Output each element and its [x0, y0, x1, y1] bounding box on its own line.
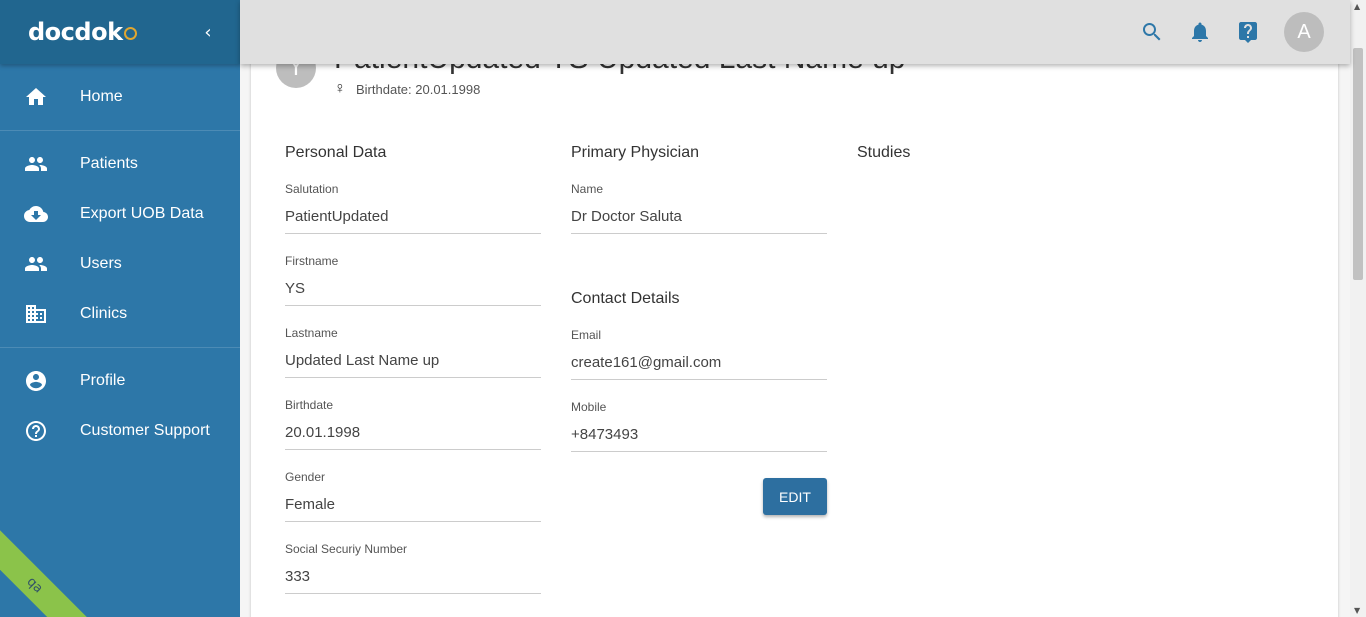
- nav-group-data: Patients Export UOB Data Users Clinics: [0, 131, 240, 348]
- section-title: Personal Data: [285, 144, 387, 161]
- personal-data-section: Personal Data Salutation PatientUpdated …: [285, 144, 541, 614]
- salutation-field: Salutation PatientUpdated: [285, 182, 541, 234]
- building-icon: [24, 302, 48, 326]
- sidebar-item-home[interactable]: Home: [0, 72, 240, 122]
- birthdate-field: Birthdate 20.01.1998: [285, 398, 541, 450]
- logo-text: docdok: [28, 18, 123, 46]
- scroll-down-arrow-icon[interactable]: ▼: [1354, 606, 1360, 615]
- home-icon: [24, 85, 48, 109]
- sidebar-header: docdok ‹: [0, 0, 240, 64]
- patient-card: Y PatientUpdated YS Updated Last Name up…: [251, 0, 1338, 617]
- sidebar-item-label: Profile: [80, 372, 126, 389]
- sidebar-item-export-uob-data[interactable]: Export UOB Data: [0, 189, 240, 239]
- field-label: Lastname: [285, 326, 338, 340]
- collapse-sidebar-button[interactable]: ‹: [198, 22, 218, 43]
- top-app-bar: A: [240, 0, 1350, 64]
- studies-section: Studies: [857, 144, 1113, 182]
- email-field: Email create161@gmail.com: [571, 328, 827, 380]
- scroll-up-arrow-icon[interactable]: ▲: [1354, 2, 1360, 11]
- people-icon: [24, 152, 48, 176]
- birthdate-line: ♀ Birthdate: 20.01.1998: [334, 80, 906, 98]
- scrollbar-thumb[interactable]: [1353, 48, 1363, 280]
- notifications-bell-icon[interactable]: [1188, 20, 1212, 44]
- sidebar-item-label: Clinics: [80, 305, 128, 322]
- field-value: 333: [285, 556, 541, 594]
- logo[interactable]: docdok: [28, 18, 137, 46]
- field-value: Dr Doctor Saluta: [571, 196, 827, 234]
- sidebar-item-label: Users: [80, 255, 122, 272]
- field-value: YS: [285, 268, 541, 306]
- physician-contact-section: Primary Physician Name Dr Doctor Saluta …: [571, 144, 827, 472]
- sidebar-item-patients[interactable]: Patients: [0, 139, 240, 189]
- lastname-field: Lastname Updated Last Name up: [285, 326, 541, 378]
- field-value: PatientUpdated: [285, 196, 541, 234]
- section-title: Studies: [857, 144, 911, 161]
- cloud-download-icon: [24, 202, 48, 226]
- field-value: create161@gmail.com: [571, 342, 827, 380]
- account-circle-icon: [24, 369, 48, 393]
- section-title: Contact Details: [571, 290, 680, 307]
- field-label: Birthdate: [285, 398, 334, 412]
- physician-name-field: Name Dr Doctor Saluta: [571, 182, 827, 234]
- help-circle-icon: [24, 419, 48, 443]
- mobile-field: Mobile +8473493: [571, 400, 827, 452]
- nav-group-account: Profile Customer Support: [0, 348, 240, 464]
- sidebar-item-profile[interactable]: Profile: [0, 356, 240, 406]
- field-value: Updated Last Name up: [285, 340, 541, 378]
- sidebar-item-customer-support[interactable]: Customer Support: [0, 406, 240, 456]
- field-value: +8473493: [571, 414, 827, 452]
- section-title: Primary Physician: [571, 144, 700, 161]
- field-label: Firstname: [285, 254, 339, 268]
- edit-button[interactable]: EDIT: [763, 478, 827, 515]
- help-icon[interactable]: [1236, 20, 1260, 44]
- field-value: 20.01.1998: [285, 412, 541, 450]
- search-icon[interactable]: [1140, 20, 1164, 44]
- sidebar-item-users[interactable]: Users: [0, 239, 240, 289]
- field-label: Salutation: [285, 182, 339, 196]
- field-label: Gender: [285, 470, 326, 484]
- gender-field: Gender Female: [285, 470, 541, 522]
- environment-ribbon: qa: [0, 529, 91, 617]
- field-value: Female: [285, 484, 541, 522]
- social-security-field: Social Securiy Number 333: [285, 542, 541, 594]
- logo-mark-icon: [123, 26, 137, 40]
- field-label: Name: [571, 182, 604, 196]
- sidebar: docdok ‹ Home Patients Export UOB Data U…: [0, 0, 240, 617]
- nav-group-main: Home: [0, 64, 240, 131]
- people-icon: [24, 252, 48, 276]
- female-icon: ♀: [334, 80, 346, 97]
- firstname-field: Firstname YS: [285, 254, 541, 306]
- page-scrollbar[interactable]: ▲ ▼: [1350, 0, 1366, 617]
- field-label: Social Securiy Number: [285, 542, 408, 556]
- field-label: Email: [571, 328, 602, 342]
- field-label: Mobile: [571, 400, 607, 414]
- sidebar-item-label: Patients: [80, 155, 138, 172]
- birthdate-text: Birthdate: 20.01.1998: [356, 81, 481, 97]
- sidebar-item-label: Home: [80, 88, 123, 105]
- user-avatar[interactable]: A: [1284, 12, 1324, 52]
- sidebar-item-clinics[interactable]: Clinics: [0, 289, 240, 339]
- sidebar-item-label: Customer Support: [80, 422, 210, 439]
- sidebar-item-label: Export UOB Data: [80, 205, 204, 222]
